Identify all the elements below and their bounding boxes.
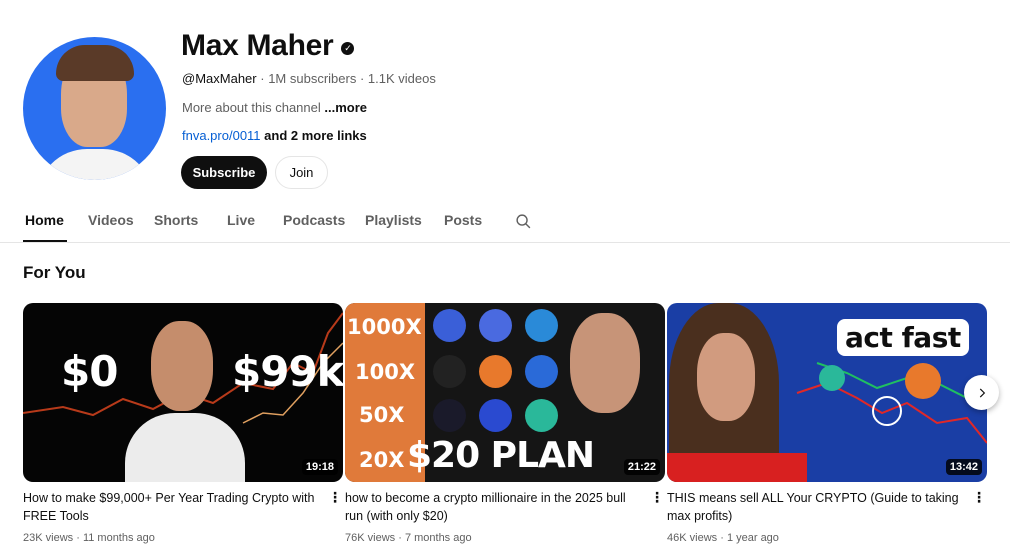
multiplier-label: 100X [355,360,416,384]
chevron-right-icon [979,388,985,397]
thumbnail-person [125,313,245,482]
more-links[interactable]: and 2 more links [264,128,367,143]
thumbnail-text-right: $99k [232,347,343,396]
meta-separator: · [398,532,405,544]
verified-icon: ✓ [341,41,355,55]
video-age: 11 months ago [82,532,155,544]
avatar-shirt [37,149,153,180]
xrp-icon [433,355,466,388]
video-card[interactable]: $0 $99k 19:18 How to make $99,000+ Per Y… [23,303,343,544]
carousel-next-button[interactable] [964,375,999,410]
channel-meta: @MaxMaher · 1M subscribers · 1.1K videos [182,71,436,86]
coin-icon [525,309,558,342]
video-duration: 19:18 [301,459,338,475]
active-tab-indicator [23,240,67,242]
video-views: 76K views [345,532,396,544]
video-age: 7 months ago [404,532,472,544]
video-thumbnail[interactable]: $0 $99k 19:18 [23,303,343,482]
video-title[interactable]: THIS means sell ALL Your CRYPTO (Guide t… [667,489,965,525]
video-card[interactable]: act fast 13:42 THIS means sell ALL Your … [667,303,987,544]
video-title[interactable]: How to make $99,000+ Per Year Trading Cr… [23,489,321,525]
subscriber-count: 1M subscribers [268,71,357,86]
section-title: For You [23,263,86,282]
coin-icon [819,365,845,391]
video-count: 1.1K videos [367,71,436,86]
video-views: 46K views [667,532,718,544]
avatar-hair [56,45,134,81]
multiplier-label: 20X [359,448,405,472]
video-duration: 13:42 [945,459,982,475]
channel-avatar[interactable] [23,37,166,180]
bitcoin-icon [905,363,941,399]
video-title[interactable]: how to become a crypto millionaire in th… [345,489,643,525]
thumbnail-person [570,313,640,413]
join-button[interactable]: Join [275,156,328,189]
coin-icon [433,399,466,432]
channel-link[interactable]: fnva.pro/0011 [182,128,261,143]
thumbnail-text: $20 PLAN [407,435,595,476]
multiplier-label: 50X [359,403,405,427]
coin-icon [525,399,558,432]
coin-icon [479,399,512,432]
tab-playlists[interactable]: Playlists [365,212,422,228]
tab-shorts[interactable]: Shorts [154,212,198,228]
video-meta: 76K views · 7 months ago [345,532,472,544]
video-meta: 46K views · 1 year ago [667,532,779,544]
tab-podcasts[interactable]: Podcasts [283,212,345,228]
meta-separator: · [720,532,727,544]
channel-handle: @MaxMaher [182,71,257,86]
person-body [125,413,245,482]
about-more-link[interactable]: ...more [324,100,367,115]
thumbnail-text: act fast [837,319,969,356]
channel-about[interactable]: More about this channel ...more [182,100,367,115]
video-duration: 21:22 [623,459,660,475]
meta-separator: · [76,532,83,544]
channel-name-text: Max Maher [181,29,334,62]
tab-live[interactable]: Live [227,212,255,228]
bitcoin-icon [479,355,512,388]
thumbnail-person-face [697,333,755,421]
video-meta: 23K views · 11 months ago [23,532,155,544]
video-thumbnail[interactable]: 1000X 100X 50X 20X $20 PLAN 21:22 [345,303,665,482]
ethereum-icon [525,355,558,388]
tab-posts[interactable]: Posts [444,212,482,228]
video-age: 1 year ago [726,532,779,544]
about-text: More about this channel [182,100,321,115]
thumbnail-text-left: $0 [61,347,118,396]
channel-tabs: Home Videos Shorts Live Podcasts Playlis… [0,204,1010,243]
tab-videos[interactable]: Videos [88,212,134,228]
more-options-icon[interactable]: ⋮ [650,489,664,505]
video-views: 23K views [23,532,74,544]
more-options-icon[interactable]: ⋮ [328,489,342,505]
meta-separator: · [359,71,368,86]
meta-separator: · [260,71,269,86]
subscribe-button[interactable]: Subscribe [181,156,267,189]
multiplier-label: 1000X [347,315,422,339]
chainlink-icon [433,309,466,342]
more-options-icon[interactable]: ⋮ [972,489,986,505]
channel-links: fnva.pro/0011 and 2 more links [182,128,367,143]
tab-home[interactable]: Home [25,212,64,228]
search-icon[interactable] [515,213,532,230]
video-card[interactable]: 1000X 100X 50X 20X $20 PLAN 21:22 how to… [345,303,665,544]
video-thumbnail[interactable]: act fast 13:42 [667,303,987,482]
thumbnail-person-shirt [667,453,807,482]
person-head [151,321,213,411]
coin-icon [479,309,512,342]
channel-name: Max Maher ✓ [181,29,355,63]
